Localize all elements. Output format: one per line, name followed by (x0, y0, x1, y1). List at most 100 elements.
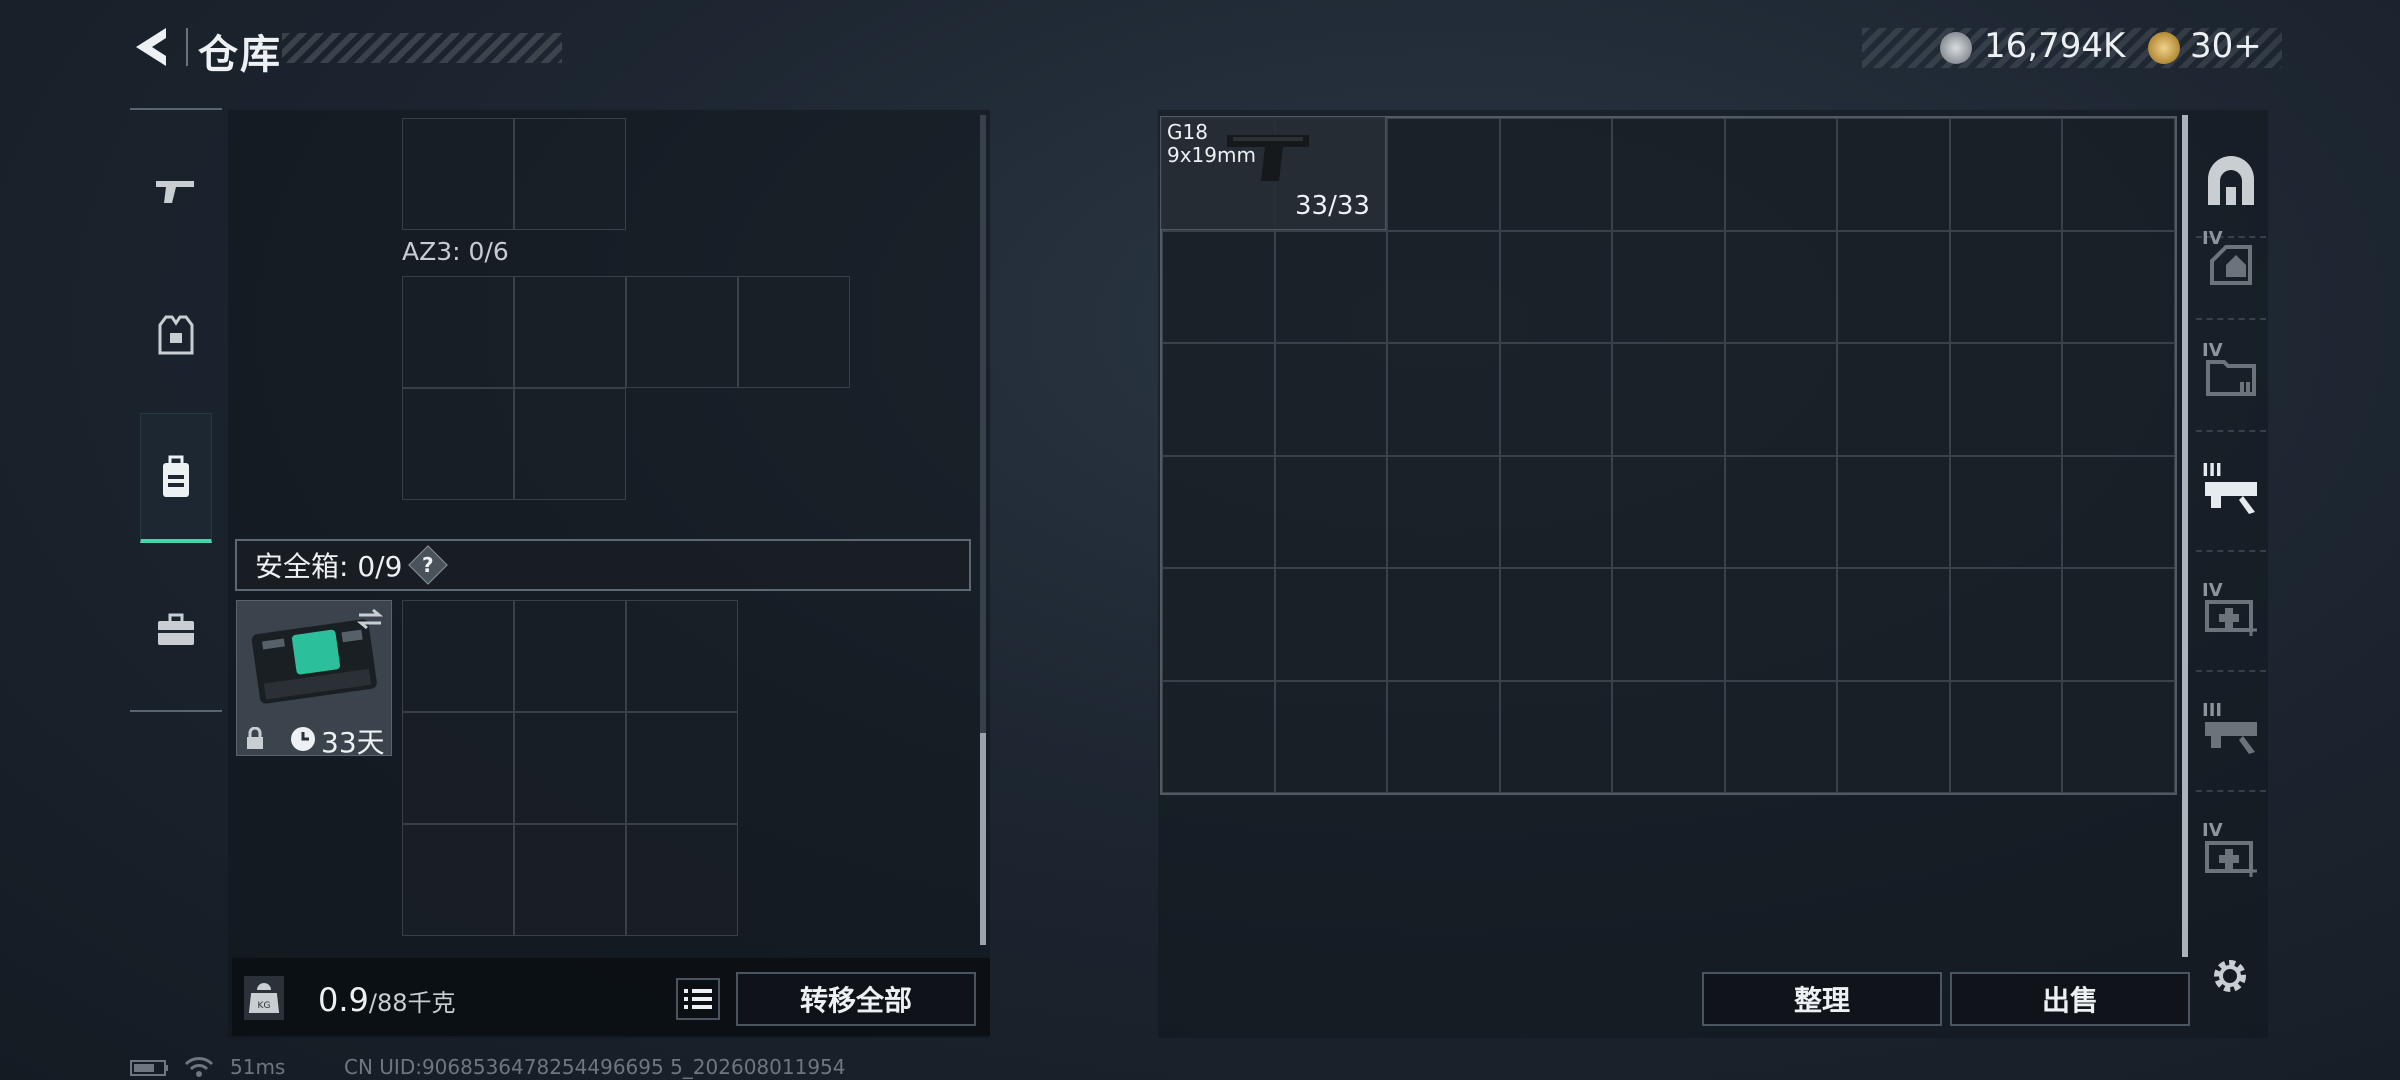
stash-slot[interactable] (1612, 118, 1725, 231)
sell-button[interactable]: 出售 (1950, 972, 2190, 1026)
organize-button[interactable]: 整理 (1702, 972, 1942, 1026)
slot[interactable] (626, 276, 738, 388)
list-icon (684, 989, 712, 1009)
stash-slot[interactable] (1837, 230, 1950, 343)
stash-slot[interactable] (1612, 343, 1725, 456)
stash-slot[interactable] (1612, 455, 1725, 568)
safe-box-grid (402, 600, 738, 936)
stash-slot[interactable] (1499, 118, 1612, 231)
stash-slot[interactable] (1724, 230, 1837, 343)
swap-icon[interactable] (355, 607, 385, 631)
sidebar-item-armor[interactable] (140, 270, 212, 400)
slot[interactable] (514, 276, 626, 388)
stash-slot[interactable] (1387, 680, 1500, 793)
category-medical[interactable]: IV (2196, 562, 2266, 672)
stash-slot[interactable] (1612, 230, 1725, 343)
slot[interactable] (738, 276, 850, 388)
slot[interactable] (402, 118, 514, 230)
stash-slot[interactable] (1387, 118, 1500, 231)
stash-slot[interactable] (1274, 343, 1387, 456)
stash-slot[interactable] (1837, 455, 1950, 568)
stash-slot[interactable] (1274, 568, 1387, 681)
weight-limit: /88千克 (368, 989, 456, 1017)
category-medical-2[interactable]: IV (2196, 802, 2266, 912)
stash-slot[interactable] (1949, 230, 2062, 343)
sidebar-item-toolbox[interactable] (140, 565, 212, 695)
safe-box-item[interactable]: 33天 (236, 600, 392, 756)
empty-space (738, 388, 850, 500)
stash-slot[interactable] (1162, 680, 1275, 793)
stash-slot[interactable] (1499, 680, 1612, 793)
stash-slot[interactable] (1837, 568, 1950, 681)
slot[interactable] (626, 600, 738, 712)
gold-amount[interactable]: 30+ (2190, 26, 2262, 66)
stash-slot[interactable] (1724, 680, 1837, 793)
help-icon[interactable]: ? (408, 545, 449, 585)
slot[interactable] (626, 824, 738, 936)
slot[interactable] (402, 824, 514, 936)
stash-slot[interactable] (1274, 680, 1387, 793)
slot[interactable] (402, 712, 514, 824)
stash-slot[interactable] (1949, 680, 2062, 793)
stash-slot[interactable] (2062, 118, 2175, 231)
category-helmet[interactable]: IV (2196, 210, 2266, 320)
category-folder[interactable]: IV (2196, 322, 2266, 432)
slot[interactable] (402, 600, 514, 712)
stash-slot[interactable] (1162, 343, 1275, 456)
stash-slot[interactable] (1949, 568, 2062, 681)
stash-slot[interactable] (1162, 455, 1275, 568)
slot[interactable] (514, 712, 626, 824)
stash-slot[interactable] (1387, 455, 1500, 568)
stash-slot[interactable] (2062, 343, 2175, 456)
stash-slot[interactable] (1949, 118, 2062, 231)
slot[interactable] (514, 824, 626, 936)
stash-slot[interactable] (1499, 568, 1612, 681)
stash-slot[interactable] (1949, 455, 2062, 568)
container-label: AZ3: 0/6 (402, 237, 509, 266)
silver-amount: 16,794K (1984, 26, 2126, 66)
category-weapon-mods[interactable]: III (2196, 442, 2266, 552)
sidebar-item-weapons[interactable] (140, 125, 212, 255)
stash-slot[interactable] (1274, 230, 1387, 343)
stash-slot[interactable] (1724, 343, 1837, 456)
transfer-all-button[interactable]: 转移全部 (736, 972, 976, 1026)
stash-slot[interactable] (1724, 568, 1837, 681)
left-scrollbar-thumb[interactable] (980, 733, 986, 945)
slot[interactable] (514, 388, 626, 500)
right-scrollbar[interactable] (2182, 115, 2188, 957)
category-weapon-mods-2[interactable]: III (2196, 682, 2266, 792)
stash-slot[interactable] (1387, 343, 1500, 456)
list-view-button[interactable] (676, 978, 720, 1020)
stash-slot[interactable] (2062, 568, 2175, 681)
slot[interactable] (514, 118, 626, 230)
gear-icon[interactable] (2208, 954, 2252, 998)
sidebar-item-backpack[interactable] (140, 413, 212, 543)
slot[interactable] (514, 600, 626, 712)
back-arrow-icon[interactable] (128, 22, 178, 72)
stash-slot[interactable] (1162, 230, 1275, 343)
slot[interactable] (402, 388, 514, 500)
slot[interactable] (402, 276, 514, 388)
stash-slot[interactable] (1724, 455, 1837, 568)
stash-slot[interactable] (2062, 230, 2175, 343)
stash-slot[interactable] (1837, 343, 1950, 456)
stash-slot[interactable] (1274, 455, 1387, 568)
pistol-icon (156, 181, 194, 203)
stash-slot[interactable] (2062, 680, 2175, 793)
stash-slot[interactable] (1949, 343, 2062, 456)
stash-slot[interactable] (2062, 455, 2175, 568)
stash-slot[interactable] (1499, 455, 1612, 568)
stash-slot[interactable] (1837, 118, 1950, 231)
stash-slot[interactable] (1612, 680, 1725, 793)
stash-main-icon (2208, 156, 2254, 205)
stash-slot[interactable] (1499, 230, 1612, 343)
stash-slot[interactable] (1387, 230, 1500, 343)
stash-slot[interactable] (1724, 118, 1837, 231)
stash-slot[interactable] (1162, 568, 1275, 681)
stash-slot[interactable] (1499, 343, 1612, 456)
stash-slot[interactable] (1837, 680, 1950, 793)
stash-item-g18[interactable]: G18 9x19mm 33/33 (1161, 117, 1386, 230)
stash-slot[interactable] (1387, 568, 1500, 681)
stash-slot[interactable] (1612, 568, 1725, 681)
slot[interactable] (626, 712, 738, 824)
